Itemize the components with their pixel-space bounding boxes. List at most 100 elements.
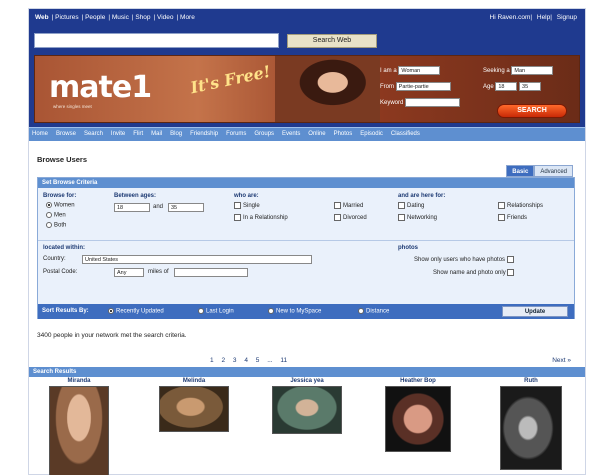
age-from-select[interactable]: 18 <box>495 82 518 91</box>
nav-item-events[interactable]: Events <box>282 128 300 141</box>
checkbox-dating[interactable]: Dating <box>398 202 424 209</box>
top-link-more[interactable]: More <box>180 14 195 21</box>
banner-search-button[interactable]: SEARCH <box>497 104 567 118</box>
profile-photo[interactable] <box>49 386 109 475</box>
nav-item-flirt[interactable]: Flirt <box>133 128 143 141</box>
radio-button[interactable] <box>198 308 204 314</box>
radio-both[interactable]: Both <box>46 222 66 229</box>
profile-name[interactable]: Melinda <box>149 378 239 384</box>
tab-basic[interactable]: Basic <box>506 165 535 177</box>
profile-card-jessica[interactable]: Jessica yea <box>261 378 353 434</box>
nav-item-online[interactable]: Online <box>308 128 325 141</box>
checkbox-networking[interactable]: Networking <box>398 214 437 221</box>
profile-photo[interactable] <box>500 386 562 470</box>
nav-item-forums[interactable]: Forums <box>226 128 246 141</box>
top-link-web[interactable]: Web <box>35 14 49 21</box>
age-to-select[interactable]: 35 <box>519 82 542 91</box>
nav-item-mail[interactable]: Mail <box>151 128 162 141</box>
checkbox[interactable] <box>234 202 241 209</box>
mate1-banner[interactable]: mate1 where singles meet It's Free! I am… <box>34 55 580 123</box>
page-link[interactable]: 11 <box>280 357 287 364</box>
profile-name[interactable]: Heather Bop <box>373 378 463 384</box>
checkbox[interactable] <box>498 214 505 221</box>
profile-card-ruth[interactable]: Ruth <box>491 378 571 470</box>
photo-option-2[interactable]: Show name and photo only <box>433 269 516 276</box>
update-button[interactable]: Update <box>502 306 568 317</box>
tab-advanced[interactable]: Advanced <box>534 165 573 177</box>
nav-item-friendship[interactable]: Friendship <box>190 128 218 141</box>
profile-photo[interactable] <box>385 386 451 452</box>
checkbox[interactable] <box>507 269 515 276</box>
web-search-input[interactable] <box>34 33 279 48</box>
page-link[interactable]: 4 <box>244 357 248 364</box>
profile-photo[interactable] <box>272 386 342 434</box>
profile-name[interactable]: Jessica yea <box>261 378 353 384</box>
nav-item-browse[interactable]: Browse <box>56 128 76 141</box>
nav-item-groups[interactable]: Groups <box>254 128 274 141</box>
checkbox-in-relationship[interactable]: In a Relationship <box>234 214 288 221</box>
checkbox[interactable] <box>398 214 405 221</box>
checkbox[interactable] <box>506 256 514 263</box>
nav-item-classifieds[interactable]: Classifieds <box>391 128 420 141</box>
radio-women-label: Women <box>54 202 75 209</box>
radio-women[interactable]: Women <box>46 202 75 209</box>
sort-distance[interactable]: Distance <box>358 308 389 315</box>
checkbox-married[interactable]: Married <box>334 202 363 209</box>
i-am-select[interactable]: Woman <box>398 66 441 75</box>
radio-button[interactable] <box>46 212 52 218</box>
seeking-select[interactable]: Man <box>511 66 554 75</box>
radio-button[interactable] <box>358 308 364 314</box>
max-age-select[interactable]: 35 <box>168 203 204 212</box>
checkbox[interactable] <box>498 202 505 209</box>
photo-option-1[interactable]: Show only users who have photos <box>414 256 516 263</box>
help-link[interactable]: Help <box>537 14 550 21</box>
country-select[interactable]: United States <box>82 255 312 264</box>
profile-card-melinda[interactable]: Melinda <box>149 378 239 432</box>
account-link-home[interactable]: Hi Raven.com <box>490 14 531 21</box>
search-web-button[interactable]: Search Web <box>287 34 377 48</box>
next-page-link[interactable]: Next » <box>552 357 571 364</box>
min-age-select[interactable]: 18 <box>114 203 150 212</box>
top-link-shop[interactable]: Shop <box>135 14 150 21</box>
checkbox-relationships[interactable]: Relationships <box>498 202 543 209</box>
checkbox[interactable] <box>334 202 341 209</box>
page-link[interactable]: 3 <box>233 357 237 364</box>
profile-photo[interactable] <box>159 386 229 432</box>
top-link-people[interactable]: People <box>85 14 105 21</box>
nav-item-invite[interactable]: Invite <box>111 128 125 141</box>
top-link-music[interactable]: Music <box>112 14 129 21</box>
page-link[interactable]: 1 <box>210 357 214 364</box>
checkbox-single[interactable]: Single <box>234 202 260 209</box>
nav-item-episodic[interactable]: Episodic <box>360 128 383 141</box>
checkbox[interactable] <box>334 214 341 221</box>
nav-item-home[interactable]: Home <box>32 128 48 141</box>
profile-name[interactable]: Miranda <box>39 378 119 384</box>
nav-item-photos[interactable]: Photos <box>334 128 353 141</box>
from-select[interactable]: Partie-partie <box>395 82 451 91</box>
checkbox[interactable] <box>398 202 405 209</box>
page-link[interactable]: 5 <box>256 357 260 364</box>
radio-button[interactable] <box>46 202 52 208</box>
postal-code-input[interactable] <box>174 268 248 277</box>
keyword-input[interactable] <box>405 98 461 107</box>
nav-item-blog[interactable]: Blog <box>170 128 182 141</box>
distance-select[interactable]: Any <box>114 268 144 277</box>
checkbox[interactable] <box>234 214 241 221</box>
sort-recently-updated[interactable]: Recently Updated <box>108 308 164 315</box>
page-link[interactable]: 2 <box>221 357 225 364</box>
checkbox-friends[interactable]: Friends <box>498 214 527 221</box>
top-link-pictures[interactable]: Pictures <box>55 14 78 21</box>
profile-card-miranda[interactable]: Miranda <box>39 378 119 475</box>
radio-button[interactable] <box>268 308 274 314</box>
radio-men[interactable]: Men <box>46 212 66 219</box>
top-link-video[interactable]: Video <box>157 14 174 21</box>
sort-new-to-myspace[interactable]: New to MySpace <box>268 308 321 315</box>
profile-card-heather[interactable]: Heather Bop <box>373 378 463 452</box>
profile-name[interactable]: Ruth <box>491 378 571 384</box>
checkbox-divorced[interactable]: Divorced <box>334 214 367 221</box>
sort-last-login[interactable]: Last Login <box>198 308 234 315</box>
radio-button[interactable] <box>46 222 52 228</box>
signup-link[interactable]: Signup <box>557 14 577 21</box>
radio-button[interactable] <box>108 308 114 314</box>
nav-item-search[interactable]: Search <box>84 128 103 141</box>
